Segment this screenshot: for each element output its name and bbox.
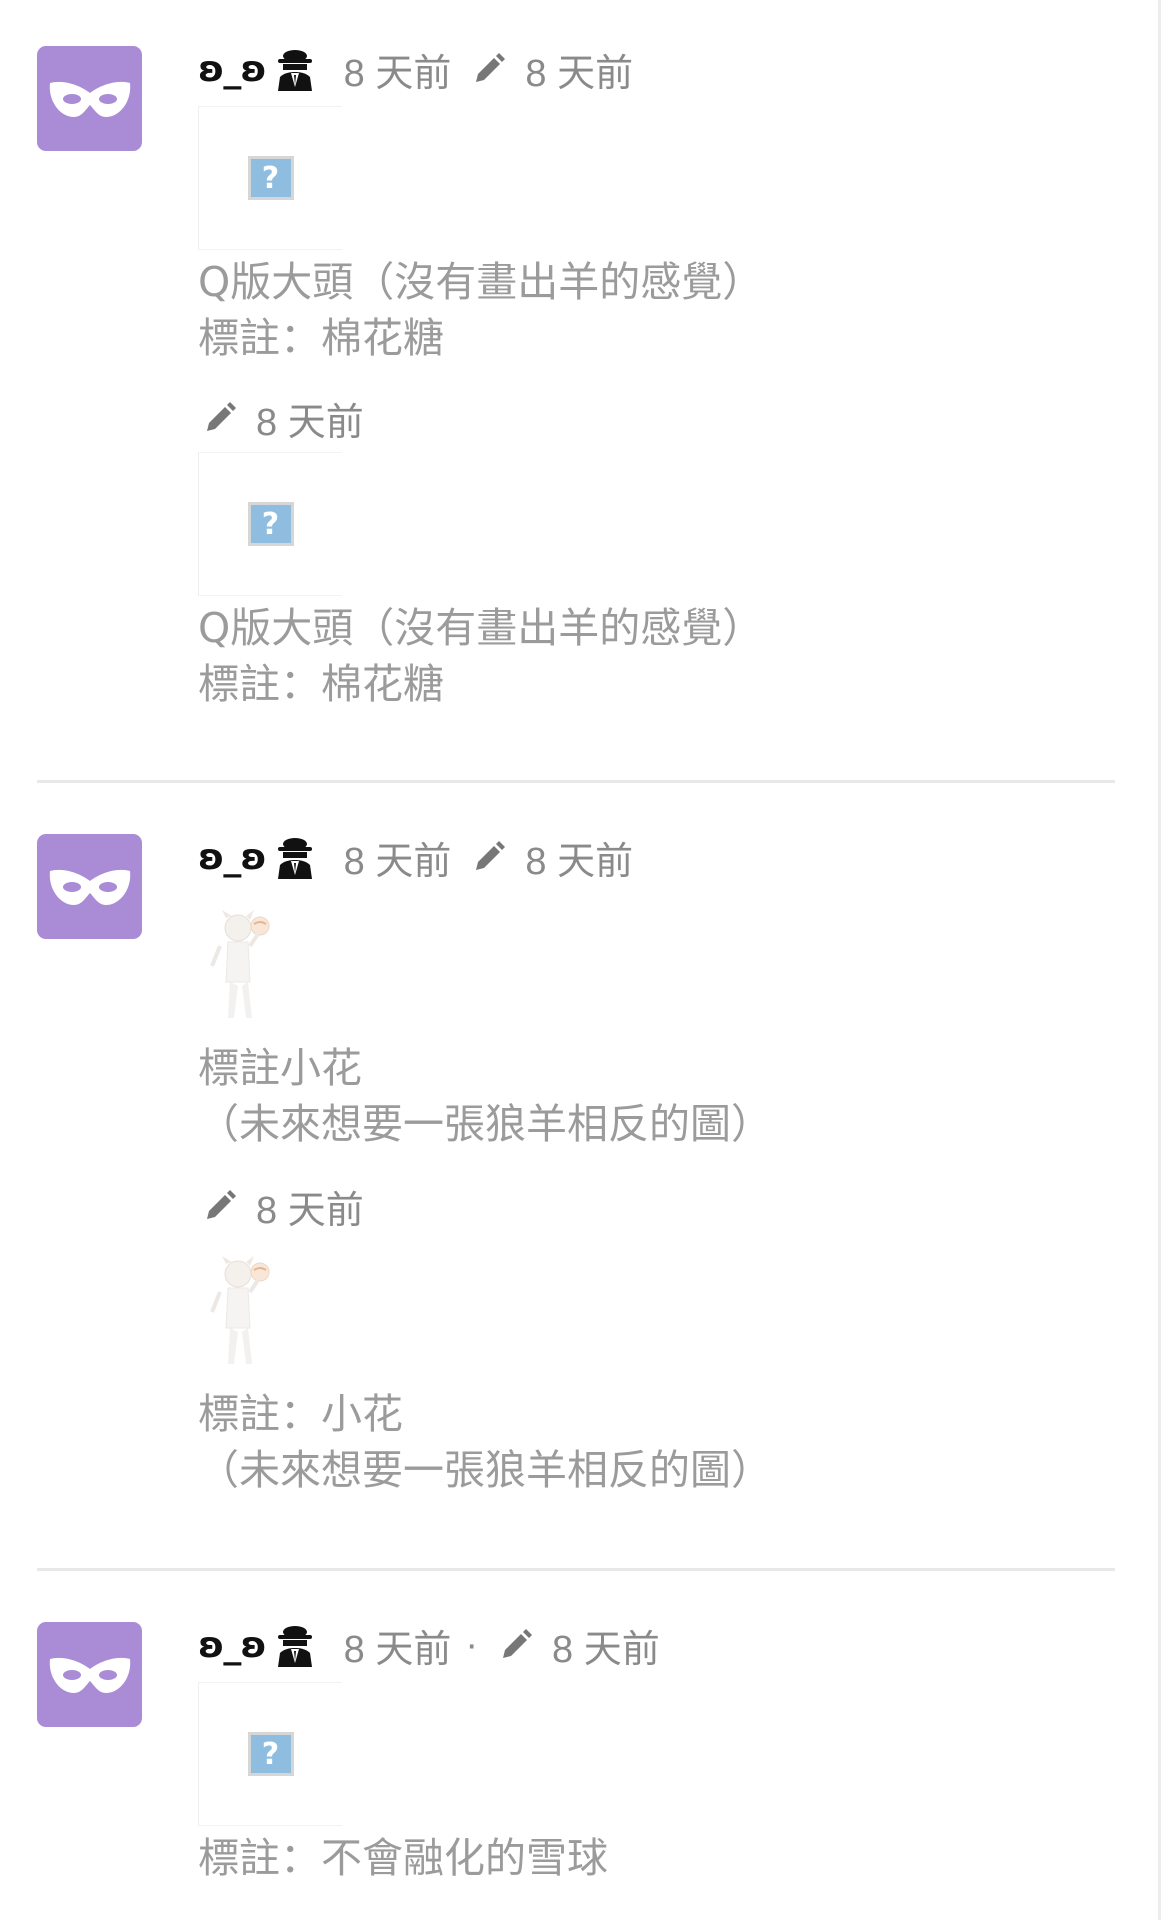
revision-time[interactable]: 8 天前: [256, 1179, 364, 1234]
mask-icon: [49, 869, 130, 905]
post-content: ? Q版大頭（沒有畫出羊的感覺） 標註：棉花糖: [198, 106, 763, 366]
pencil-icon: [204, 402, 236, 434]
spy-icon: [276, 835, 314, 879]
broken-image-icon: ?: [247, 502, 294, 546]
content-line: （未來想要一張狼羊相反的圖）: [198, 1100, 772, 1148]
content-line: Q版大頭（沒有畫出羊的感覺）: [198, 604, 764, 652]
content-line: 標註：不會融化的雪球: [198, 1834, 608, 1882]
broken-image-icon: ?: [247, 156, 294, 200]
revision-header: 8 天前: [204, 392, 364, 444]
avatar[interactable]: [37, 1622, 142, 1727]
attachment-thumbnail[interactable]: ?: [198, 106, 342, 250]
avatar[interactable]: [37, 46, 142, 151]
character-sketch-thumbnail[interactable]: [198, 1252, 288, 1380]
edited-time[interactable]: 8 天前: [552, 1618, 660, 1673]
pencil-icon: [473, 841, 506, 873]
pencil-icon: [500, 1629, 533, 1661]
revision-content: 標註：小花 （未來想要一張狼羊相反的圖）: [198, 1252, 772, 1498]
mask-icon: [49, 81, 130, 117]
revision-time[interactable]: 8 天前: [256, 391, 364, 446]
spy-icon: [276, 47, 314, 91]
content-line: 標註：棉花糖: [198, 660, 444, 708]
post-time[interactable]: 8 天前: [344, 42, 452, 97]
avatar[interactable]: [37, 834, 142, 939]
post-content: 標註小花 （未來想要一張狼羊相反的圖）: [198, 906, 772, 1152]
attachment-thumbnail[interactable]: ?: [198, 452, 342, 596]
attachment-thumbnail[interactable]: ?: [198, 1682, 342, 1826]
post-content: ? 標註：不會融化的雪球: [198, 1682, 608, 1886]
post-time[interactable]: 8 天前: [344, 1618, 452, 1673]
content-line: 標註小花: [198, 1044, 362, 1092]
post-header: ʚ_ʚ 8 天前 8 天前: [198, 828, 633, 886]
divider: [37, 1568, 1115, 1571]
content-line: 標註：棉花糖: [198, 314, 444, 362]
divider: [37, 780, 1115, 783]
username[interactable]: ʚ_ʚ: [198, 49, 267, 90]
pencil-icon: [473, 53, 506, 85]
revision-header: 8 天前: [204, 1180, 364, 1232]
post-time[interactable]: 8 天前: [344, 830, 452, 885]
pencil-icon: [204, 1190, 236, 1222]
post-header: ʚ_ʚ 8 天前 · 8 天前: [198, 1616, 660, 1674]
broken-image-icon: ?: [247, 1732, 294, 1776]
spy-icon: [276, 1623, 314, 1667]
edited-time[interactable]: 8 天前: [525, 42, 633, 97]
revision-content: ? Q版大頭（沒有畫出羊的感覺） 標註：棉花糖: [198, 452, 763, 712]
content-line: Q版大頭（沒有畫出羊的感覺）: [198, 258, 764, 306]
mask-icon: [49, 1657, 130, 1693]
edited-time[interactable]: 8 天前: [525, 830, 633, 885]
username[interactable]: ʚ_ʚ: [198, 837, 267, 878]
post-header: ʚ_ʚ 8 天前 8 天前: [198, 40, 633, 98]
separator-dot: ·: [465, 1623, 479, 1666]
content-line: （未來想要一張狼羊相反的圖）: [198, 1446, 772, 1494]
username[interactable]: ʚ_ʚ: [198, 1625, 267, 1666]
content-line: 標註：小花: [198, 1390, 403, 1438]
character-sketch-thumbnail[interactable]: [198, 906, 288, 1034]
